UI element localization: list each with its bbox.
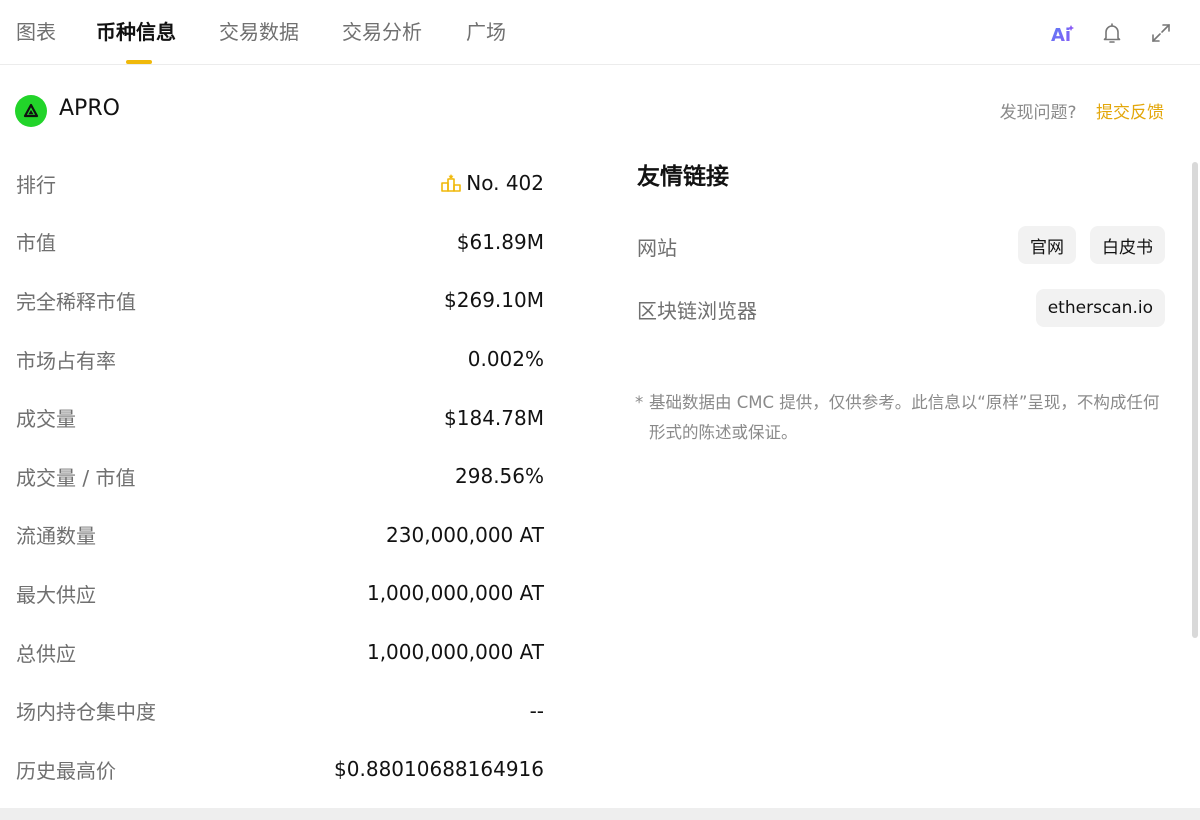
stat-label: 成交量 bbox=[16, 407, 76, 432]
scrollbar-track[interactable] bbox=[1190, 66, 1200, 811]
disclaimer-text: 基础数据由 CMC 提供，仅供参考。此信息以“原样”呈现，不构成任何形式的陈述或… bbox=[649, 393, 1160, 442]
stat-row-dominance: 市场占有率 0.002% bbox=[16, 330, 544, 389]
stat-value: $269.10M bbox=[444, 288, 544, 313]
stat-value: 1,000,000,000 AT bbox=[366, 581, 544, 606]
submit-feedback-link[interactable]: 提交反馈 bbox=[1096, 103, 1164, 123]
stat-value: $0.88010688164916 bbox=[334, 757, 544, 782]
stat-label: 总供应 bbox=[16, 641, 76, 666]
stat-value: $61.89M bbox=[456, 229, 544, 254]
stat-row-volume: 成交量 $184.78M bbox=[16, 388, 544, 447]
explorer-links-row: 区块链浏览器 etherscan.io bbox=[637, 289, 1165, 327]
svg-text:Ai: Ai bbox=[1051, 25, 1071, 44]
stat-row-holding-concentration: 场内持仓集中度 -- bbox=[16, 681, 544, 740]
explorer-buttons: etherscan.io bbox=[1035, 289, 1165, 327]
tab-square[interactable]: 广场 bbox=[466, 16, 506, 64]
scrollbar-thumb[interactable] bbox=[1192, 162, 1198, 638]
official-site-button[interactable]: 官网 bbox=[1018, 226, 1076, 264]
tab-coin-info[interactable]: 币种信息 bbox=[96, 16, 176, 64]
explorer-label: 区块链浏览器 bbox=[637, 299, 757, 323]
rank-value: No. 402 bbox=[466, 171, 544, 196]
ai-icon[interactable]: Ai bbox=[1050, 20, 1076, 46]
feedback-question: 发现问题? bbox=[999, 103, 1077, 123]
tab-trading-analysis[interactable]: 交易分析 bbox=[342, 16, 422, 64]
stat-row-fdv: 完全稀释市值 $269.10M bbox=[16, 271, 544, 330]
coin-stats-list: 排行 No. 402 市值 $61.89M 完全稀释市值 $269.10M 市场… bbox=[16, 154, 544, 799]
bell-icon[interactable] bbox=[1099, 20, 1125, 46]
links-title: 友情链接 bbox=[637, 164, 729, 190]
stat-row-total-supply: 总供应 1,000,000,000 AT bbox=[16, 623, 544, 682]
bottom-edge bbox=[0, 808, 1200, 820]
website-buttons: 官网 白皮书 bbox=[1018, 226, 1165, 264]
stat-label: 排行 bbox=[16, 172, 56, 197]
stat-label: 历史最高价 bbox=[16, 758, 116, 783]
stat-label: 成交量 / 市值 bbox=[16, 465, 136, 490]
stat-row-rank: 排行 No. 402 bbox=[16, 154, 544, 213]
tab-bar: 图表 币种信息 交易数据 交易分析 广场 Ai bbox=[0, 0, 1200, 65]
stat-label: 市值 bbox=[16, 231, 56, 256]
data-disclaimer: * 基础数据由 CMC 提供，仅供参考。此信息以“原样”呈现，不构成任何形式的陈… bbox=[635, 388, 1165, 448]
stat-label: 最大供应 bbox=[16, 582, 96, 607]
stat-row-market-cap: 市值 $61.89M bbox=[16, 213, 544, 272]
stat-row-volume-to-mcap: 成交量 / 市值 298.56% bbox=[16, 447, 544, 506]
coin-name: APRO bbox=[59, 96, 120, 121]
feedback-bar: 发现问题? 提交反馈 bbox=[1000, 98, 1164, 123]
stat-row-all-time-high: 历史最高价 $0.88010688164916 bbox=[16, 740, 544, 799]
stat-value: -- bbox=[529, 698, 544, 723]
coin-logo bbox=[15, 95, 47, 127]
stat-value: 230,000,000 AT bbox=[386, 522, 544, 547]
stat-value: 0.002% bbox=[467, 347, 544, 372]
podium-icon bbox=[440, 173, 462, 193]
expand-icon[interactable] bbox=[1148, 20, 1174, 46]
stat-label: 流通数量 bbox=[16, 524, 96, 549]
website-label: 网站 bbox=[637, 236, 677, 260]
stat-label: 完全稀释市值 bbox=[16, 289, 136, 314]
active-tab-indicator bbox=[126, 60, 152, 64]
stat-value: 298.56% bbox=[455, 464, 544, 489]
whitepaper-button[interactable]: 白皮书 bbox=[1090, 226, 1165, 264]
stat-value: $184.78M bbox=[444, 405, 544, 430]
stat-label: 市场占有率 bbox=[16, 348, 116, 373]
tab-chart[interactable]: 图表 bbox=[16, 16, 56, 64]
stat-value: 1,000,000,000 AT bbox=[366, 640, 544, 665]
disclaimer-asterisk: * bbox=[635, 393, 644, 412]
stat-row-circulating-supply: 流通数量 230,000,000 AT bbox=[16, 506, 544, 565]
tab-trading-data[interactable]: 交易数据 bbox=[219, 16, 299, 64]
stat-label: 场内持仓集中度 bbox=[16, 700, 156, 725]
stat-value: No. 402 bbox=[440, 171, 544, 195]
stat-row-max-supply: 最大供应 1,000,000,000 AT bbox=[16, 564, 544, 623]
website-links-row: 网站 官网 白皮书 bbox=[637, 226, 1165, 264]
etherscan-button[interactable]: etherscan.io bbox=[1035, 289, 1165, 327]
